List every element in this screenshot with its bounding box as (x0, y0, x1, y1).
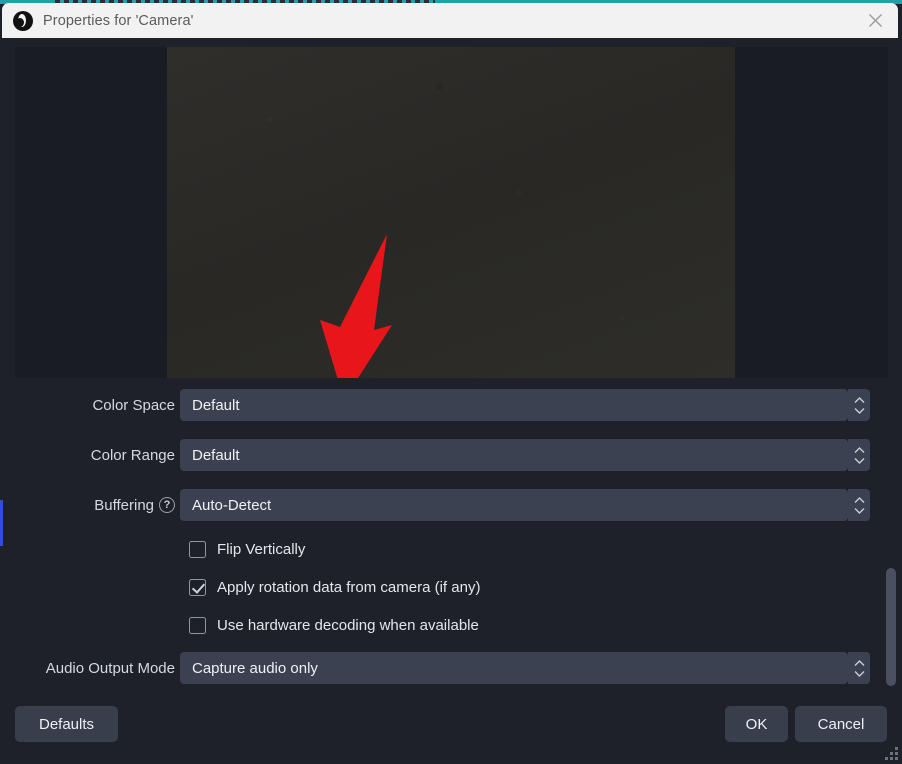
dialog-footer: Defaults OK Cancel (0, 696, 902, 764)
field-row-color-range: Color Range Default (0, 439, 902, 471)
form-body: Color Space Default Color Range Default (0, 378, 902, 696)
chevron-up-icon (854, 496, 864, 503)
field-row-buffering: Buffering ? Auto-Detect (0, 489, 902, 521)
checkbox-hardware-decoding[interactable] (189, 617, 206, 634)
field-row-color-space: Color Space Default (0, 389, 902, 421)
combo-buffering[interactable]: Auto-Detect (180, 489, 870, 521)
combo-buffering-value: Auto-Detect (192, 496, 272, 514)
window-title: Properties for 'Camera' (43, 12, 194, 29)
camera-feed (167, 47, 735, 378)
properties-dialog: Properties for 'Camera' Color Space Defa… (0, 0, 902, 764)
checkbox-label-hardware-decoding: Use hardware decoding when available (217, 617, 479, 634)
label-color-range-text: Color Range (90, 446, 175, 464)
label-buffering: Buffering ? (0, 497, 180, 514)
combo-color-range[interactable]: Default (180, 439, 870, 471)
label-color-space-text: Color Space (92, 396, 175, 414)
ok-button[interactable]: OK (725, 706, 788, 742)
checkbox-row-apply-rotation[interactable]: Apply rotation data from camera (if any) (189, 579, 480, 596)
preview-area (0, 38, 902, 378)
obs-logo-icon (13, 10, 33, 31)
question-mark-icon[interactable]: ? (159, 497, 175, 513)
combo-color-range-value: Default (192, 446, 240, 464)
chevron-up-icon (854, 446, 864, 453)
label-audio-output-mode: Audio Output Mode (0, 660, 180, 677)
chevron-down-icon (854, 457, 864, 464)
combo-color-space[interactable]: Default (180, 389, 870, 421)
cancel-button[interactable]: Cancel (795, 706, 887, 742)
combo-audio-output-mode-value: Capture audio only (192, 659, 318, 677)
combo-buffering-stepper[interactable] (848, 489, 870, 521)
vertical-scrollbar[interactable] (886, 380, 896, 692)
checkbox-flip-vertically[interactable] (189, 541, 206, 558)
combo-color-space-stepper[interactable] (848, 389, 870, 421)
chevron-up-icon (854, 659, 864, 666)
field-row-audio-output-mode: Audio Output Mode Capture audio only (0, 652, 902, 684)
label-audio-output-mode-text: Audio Output Mode (45, 659, 175, 677)
checkbox-label-apply-rotation: Apply rotation data from camera (if any) (217, 579, 481, 596)
titlebar[interactable]: Properties for 'Camera' (2, 3, 898, 38)
close-icon (868, 14, 882, 27)
close-button[interactable] (852, 3, 898, 38)
scrollbar-thumb[interactable] (886, 568, 896, 686)
chevron-up-icon (854, 396, 864, 403)
combo-audio-output-mode[interactable]: Capture audio only (180, 652, 870, 684)
label-buffering-text: Buffering (94, 496, 154, 514)
checkbox-apply-rotation[interactable] (189, 579, 206, 596)
checkbox-label-flip-vertically: Flip Vertically (217, 541, 306, 558)
combo-color-space-value: Default (192, 396, 240, 414)
checkbox-row-flip-vertically[interactable]: Flip Vertically (189, 541, 305, 558)
combo-color-range-stepper[interactable] (848, 439, 870, 471)
label-color-space: Color Space (0, 397, 180, 414)
combo-audio-output-mode-stepper[interactable] (848, 652, 870, 684)
defaults-button[interactable]: Defaults (15, 706, 118, 742)
chevron-down-icon (854, 407, 864, 414)
label-color-range: Color Range (0, 447, 180, 464)
chevron-down-icon (854, 507, 864, 514)
resize-grip-icon[interactable] (885, 747, 898, 760)
camera-preview (15, 47, 888, 378)
chevron-down-icon (854, 670, 864, 677)
checkbox-row-hardware-decoding[interactable]: Use hardware decoding when available (189, 617, 479, 634)
